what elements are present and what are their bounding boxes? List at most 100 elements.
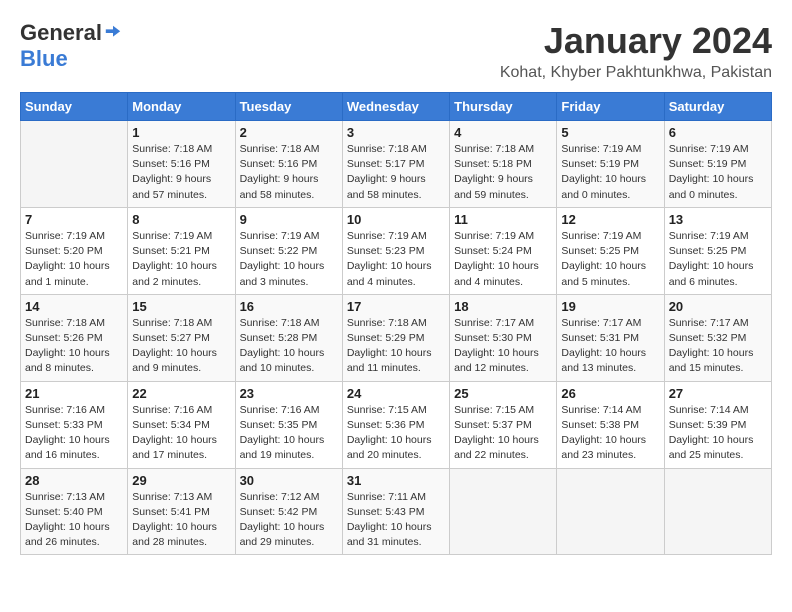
week-row-1: 1Sunrise: 7:18 AMSunset: 5:16 PMDaylight…	[21, 121, 772, 208]
week-row-5: 28Sunrise: 7:13 AMSunset: 5:40 PMDayligh…	[21, 468, 772, 555]
logo-blue-text: Blue	[20, 46, 68, 72]
calendar-cell: 19 Sunrise: 7:17 AMSunset: 5:31 PMDayligh…	[557, 294, 664, 381]
day-info: Sunrise: 7:19 AMSunset: 5:19 PMDaylight:…	[561, 142, 659, 203]
calendar-cell	[21, 121, 128, 208]
calendar-cell: 23Sunrise: 7:16 AMSunset: 5:35 PMDayligh…	[235, 381, 342, 468]
calendar-cell: 5 Sunrise: 7:19 AMSunset: 5:19 PMDaylight…	[557, 121, 664, 208]
day-number: 9	[240, 212, 338, 227]
day-info: Sunrise: 7:18 AMSunset: 5:29 PMDaylight:…	[347, 316, 445, 377]
day-info: Sunrise: 7:19 AMSunset: 5:22 PMDaylight:…	[240, 229, 338, 290]
title-block: January 2024 Kohat, Khyber Pakhtunkhwa, …	[500, 20, 772, 82]
calendar-subtitle: Kohat, Khyber Pakhtunkhwa, Pakistan	[500, 64, 772, 82]
day-info: Sunrise: 7:17 AMSunset: 5:32 PMDaylight:…	[669, 316, 767, 377]
day-number: 4	[454, 125, 552, 140]
day-info: Sunrise: 7:18 AMSunset: 5:16 PMDaylight:…	[240, 142, 338, 203]
week-row-2: 7Sunrise: 7:19 AMSunset: 5:20 PMDaylight…	[21, 207, 772, 294]
day-info: Sunrise: 7:11 AMSunset: 5:43 PMDaylight:…	[347, 490, 445, 551]
day-info: Sunrise: 7:19 AMSunset: 5:23 PMDaylight:…	[347, 229, 445, 290]
day-number: 27	[669, 386, 767, 401]
day-number: 25	[454, 386, 552, 401]
week-row-4: 21 Sunrise: 7:16 AMSunset: 5:33 PMDayligh…	[21, 381, 772, 468]
day-number: 19	[561, 299, 659, 314]
day-info: Sunrise: 7:19 AMSunset: 5:25 PMDaylight:…	[561, 229, 659, 290]
calendar-cell: 11Sunrise: 7:19 AMSunset: 5:24 PMDayligh…	[450, 207, 557, 294]
day-info: Sunrise: 7:14 AMSunset: 5:39 PMDaylight:…	[669, 403, 767, 464]
calendar-header-row: SundayMondayTuesdayWednesdayThursdayFrid…	[21, 93, 772, 121]
calendar-cell: 2 Sunrise: 7:18 AMSunset: 5:16 PMDaylight…	[235, 121, 342, 208]
calendar-cell: 15Sunrise: 7:18 AMSunset: 5:27 PMDayligh…	[128, 294, 235, 381]
day-number: 8	[132, 212, 230, 227]
calendar-table: SundayMondayTuesdayWednesdayThursdayFrid…	[20, 92, 772, 555]
day-info: Sunrise: 7:19 AMSunset: 5:19 PMDaylight:…	[669, 142, 767, 203]
day-info: Sunrise: 7:16 AMSunset: 5:35 PMDaylight:…	[240, 403, 338, 464]
day-header-tuesday: Tuesday	[235, 93, 342, 121]
calendar-cell: 16Sunrise: 7:18 AMSunset: 5:28 PMDayligh…	[235, 294, 342, 381]
day-number: 20	[669, 299, 767, 314]
day-number: 5	[561, 125, 659, 140]
day-number: 3	[347, 125, 445, 140]
day-info: Sunrise: 7:17 AMSunset: 5:30 PMDaylight:…	[454, 316, 552, 377]
calendar-cell: 18 Sunrise: 7:17 AMSunset: 5:30 PMDayligh…	[450, 294, 557, 381]
day-header-wednesday: Wednesday	[342, 93, 449, 121]
day-info: Sunrise: 7:15 AMSunset: 5:37 PMDaylight:…	[454, 403, 552, 464]
day-info: Sunrise: 7:16 AMSunset: 5:34 PMDaylight:…	[132, 403, 230, 464]
day-number: 24	[347, 386, 445, 401]
logo: General Blue	[20, 20, 122, 72]
day-info: Sunrise: 7:18 AMSunset: 5:18 PMDaylight:…	[454, 142, 552, 203]
day-info: Sunrise: 7:19 AMSunset: 5:24 PMDaylight:…	[454, 229, 552, 290]
calendar-cell	[450, 468, 557, 555]
calendar-cell: 8 Sunrise: 7:19 AMSunset: 5:21 PMDaylight…	[128, 207, 235, 294]
calendar-cell	[557, 468, 664, 555]
calendar-cell: 30 Sunrise: 7:12 AMSunset: 5:42 PMDayligh…	[235, 468, 342, 555]
day-number: 30	[240, 473, 338, 488]
day-header-monday: Monday	[128, 93, 235, 121]
day-number: 2	[240, 125, 338, 140]
day-info: Sunrise: 7:12 AMSunset: 5:42 PMDaylight:…	[240, 490, 338, 551]
calendar-cell: 17 Sunrise: 7:18 AMSunset: 5:29 PMDayligh…	[342, 294, 449, 381]
day-info: Sunrise: 7:16 AMSunset: 5:33 PMDaylight:…	[25, 403, 123, 464]
day-number: 12	[561, 212, 659, 227]
calendar-cell: 26 Sunrise: 7:14 AMSunset: 5:38 PMDayligh…	[557, 381, 664, 468]
day-info: Sunrise: 7:19 AMSunset: 5:20 PMDaylight:…	[25, 229, 123, 290]
day-number: 17	[347, 299, 445, 314]
day-number: 31	[347, 473, 445, 488]
day-number: 26	[561, 386, 659, 401]
calendar-cell: 9 Sunrise: 7:19 AMSunset: 5:22 PMDaylight…	[235, 207, 342, 294]
calendar-cell: 1Sunrise: 7:18 AMSunset: 5:16 PMDaylight…	[128, 121, 235, 208]
day-info: Sunrise: 7:14 AMSunset: 5:38 PMDaylight:…	[561, 403, 659, 464]
day-info: Sunrise: 7:19 AMSunset: 5:21 PMDaylight:…	[132, 229, 230, 290]
calendar-title: January 2024	[500, 20, 772, 62]
calendar-cell: 20 Sunrise: 7:17 AMSunset: 5:32 PMDayligh…	[664, 294, 771, 381]
day-number: 18	[454, 299, 552, 314]
calendar-cell: 28Sunrise: 7:13 AMSunset: 5:40 PMDayligh…	[21, 468, 128, 555]
calendar-cell: 25 Sunrise: 7:15 AMSunset: 5:37 PMDayligh…	[450, 381, 557, 468]
calendar-cell: 7Sunrise: 7:19 AMSunset: 5:20 PMDaylight…	[21, 207, 128, 294]
calendar-cell: 31 Sunrise: 7:11 AMSunset: 5:43 PMDayligh…	[342, 468, 449, 555]
calendar-cell: 14 Sunrise: 7:18 AMSunset: 5:26 PMDayligh…	[21, 294, 128, 381]
calendar-cell: 3Sunrise: 7:18 AMSunset: 5:17 PMDaylight…	[342, 121, 449, 208]
calendar-cell: 13 Sunrise: 7:19 AMSunset: 5:25 PMDayligh…	[664, 207, 771, 294]
calendar-cell: 4 Sunrise: 7:18 AMSunset: 5:18 PMDaylight…	[450, 121, 557, 208]
day-number: 10	[347, 212, 445, 227]
calendar-cell: 21 Sunrise: 7:16 AMSunset: 5:33 PMDayligh…	[21, 381, 128, 468]
day-number: 6	[669, 125, 767, 140]
day-number: 15	[132, 299, 230, 314]
day-number: 14	[25, 299, 123, 314]
logo-general-text: General	[20, 20, 102, 46]
calendar-cell: 29Sunrise: 7:13 AMSunset: 5:41 PMDayligh…	[128, 468, 235, 555]
calendar-cell: 24Sunrise: 7:15 AMSunset: 5:36 PMDayligh…	[342, 381, 449, 468]
day-number: 22	[132, 386, 230, 401]
day-info: Sunrise: 7:18 AMSunset: 5:26 PMDaylight:…	[25, 316, 123, 377]
calendar-cell	[664, 468, 771, 555]
calendar-cell: 12 Sunrise: 7:19 AMSunset: 5:25 PMDayligh…	[557, 207, 664, 294]
week-row-3: 14 Sunrise: 7:18 AMSunset: 5:26 PMDayligh…	[21, 294, 772, 381]
day-number: 16	[240, 299, 338, 314]
day-number: 13	[669, 212, 767, 227]
calendar-cell: 6 Sunrise: 7:19 AMSunset: 5:19 PMDaylight…	[664, 121, 771, 208]
day-info: Sunrise: 7:19 AMSunset: 5:25 PMDaylight:…	[669, 229, 767, 290]
logo-flag-icon	[104, 24, 122, 42]
day-number: 21	[25, 386, 123, 401]
calendar-cell: 27 Sunrise: 7:14 AMSunset: 5:39 PMDayligh…	[664, 381, 771, 468]
day-info: Sunrise: 7:17 AMSunset: 5:31 PMDaylight:…	[561, 316, 659, 377]
page-header: General Blue January 2024 Kohat, Khyber …	[20, 20, 772, 82]
